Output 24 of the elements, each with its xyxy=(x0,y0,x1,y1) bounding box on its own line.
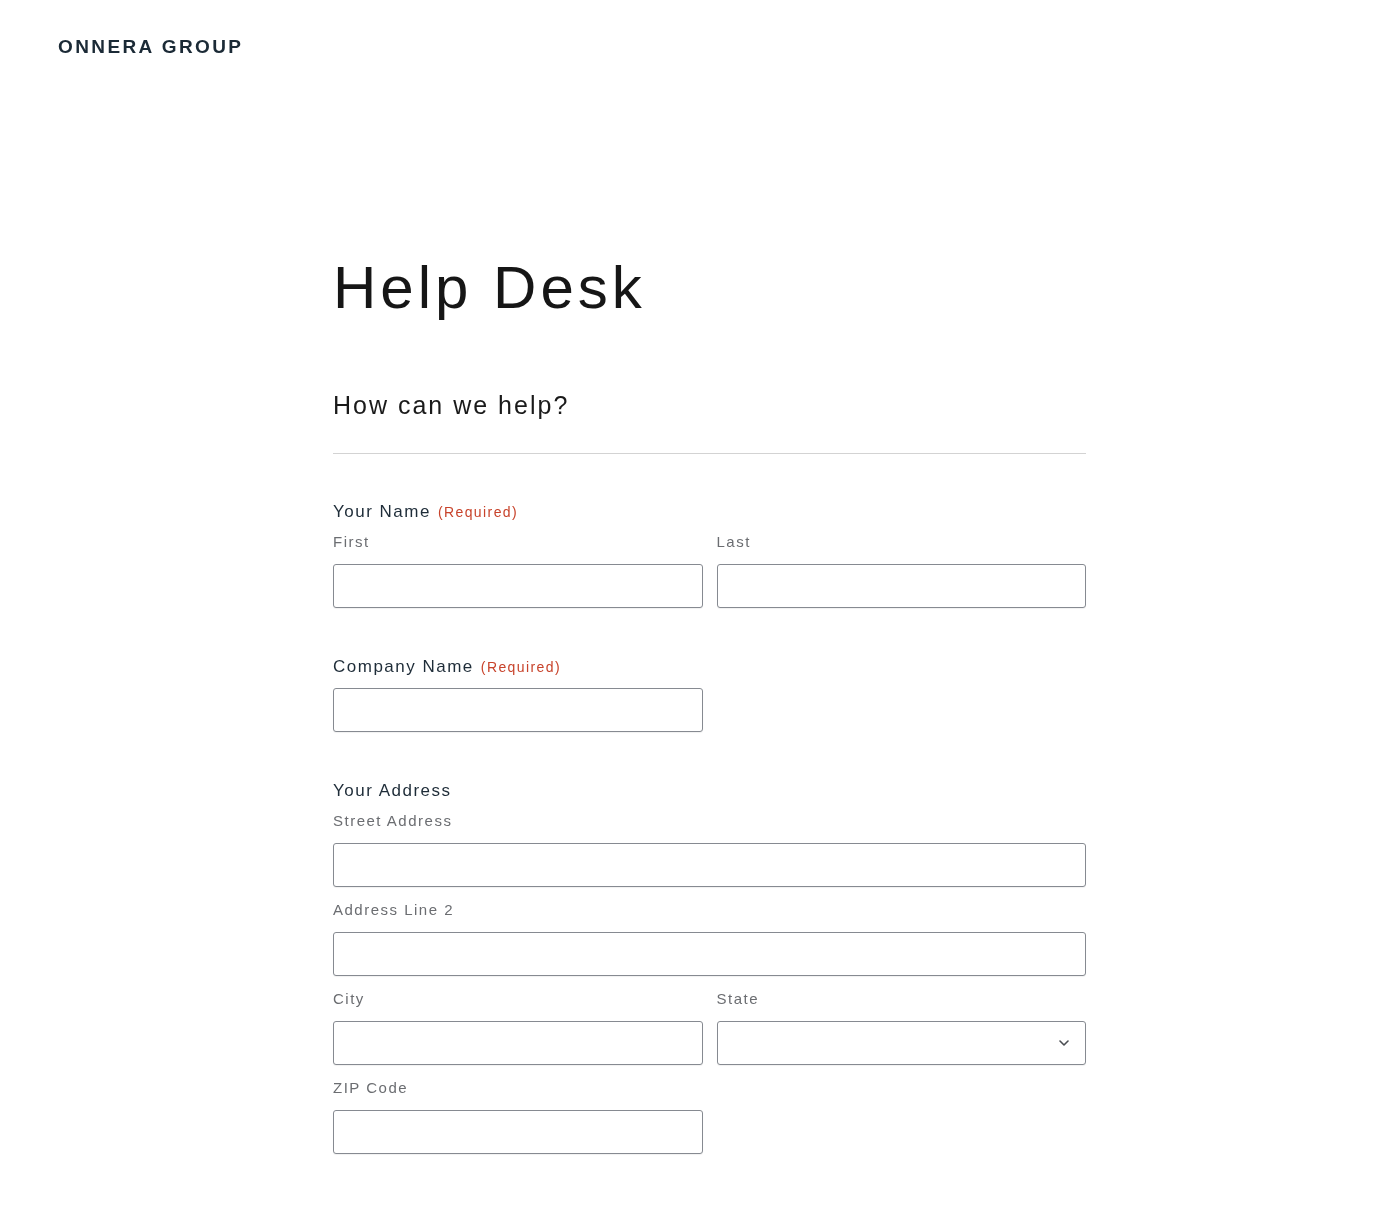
text-input-field[interactable] xyxy=(716,564,1086,608)
text-input-field[interactable] xyxy=(333,1110,703,1154)
field-label: ZIP Code xyxy=(333,1079,409,1097)
text-input-field[interactable] xyxy=(333,843,1086,887)
text-input-field[interactable] xyxy=(333,688,703,732)
section-heading: How can we help? xyxy=(333,390,570,420)
select-field[interactable] xyxy=(716,1021,1086,1065)
field-label: Address Line 2 xyxy=(333,901,455,919)
fieldset-legend: Your Name xyxy=(333,502,431,522)
required-note: (Required) xyxy=(437,503,519,521)
field-label: City xyxy=(333,990,365,1008)
text-input-field[interactable] xyxy=(333,564,703,608)
field-label: State xyxy=(716,990,760,1008)
required-note: (Required) xyxy=(480,658,561,676)
fieldset-legend: Your Address xyxy=(333,781,452,801)
chevron-down-icon xyxy=(1059,1040,1069,1046)
page-title: Help Desk xyxy=(333,253,646,323)
text-input-field[interactable] xyxy=(333,932,1086,976)
field-label: Last xyxy=(716,533,751,551)
logo-wordmark[interactable]: ONNERA GROUP xyxy=(58,36,244,58)
fieldset-legend: Company Name xyxy=(333,657,474,677)
field-label: First xyxy=(333,533,370,551)
text-input-field[interactable] xyxy=(333,1021,703,1065)
field-label: Street Address xyxy=(333,812,453,830)
